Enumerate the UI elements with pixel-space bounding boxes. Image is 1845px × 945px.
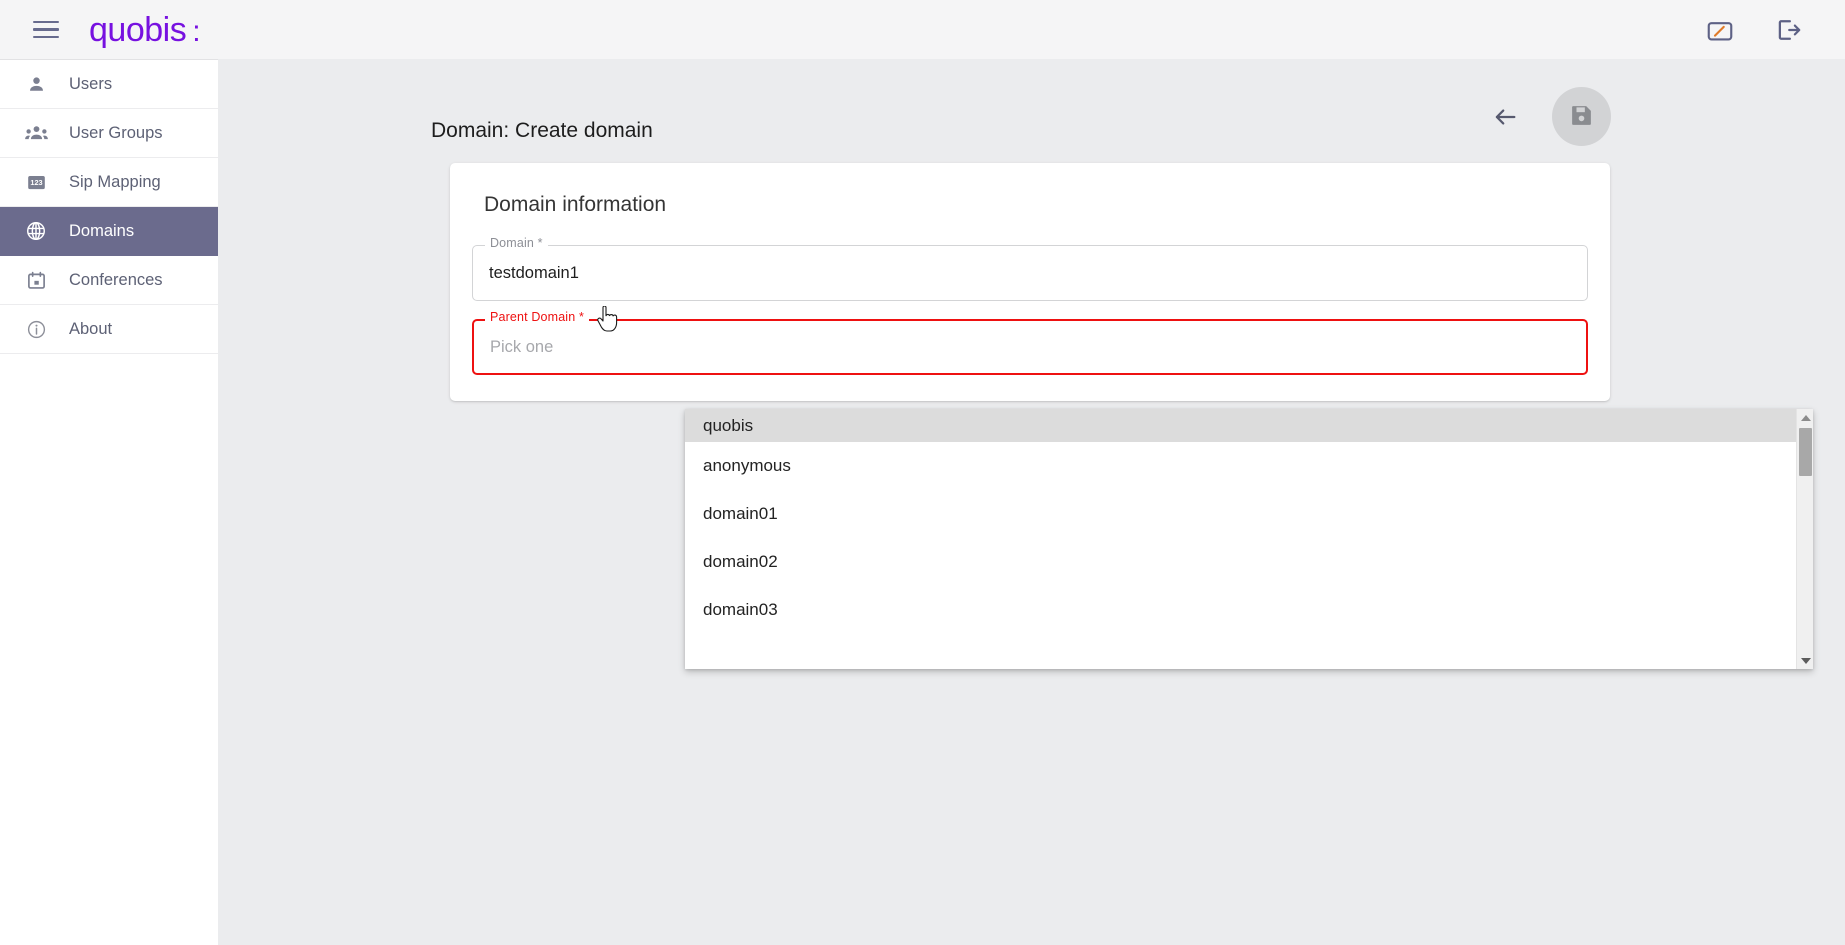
header-actions — [1488, 87, 1611, 146]
arrow-left-icon[interactable] — [1488, 100, 1522, 134]
main-content: Domain: Create domain Domain information… — [218, 59, 1845, 945]
numbers-123-icon: 123 — [24, 170, 48, 194]
parent-domain-select[interactable]: Pick one — [472, 319, 1588, 375]
dropdown-option-label: domain01 — [703, 504, 778, 523]
domain-field: Domain * testdomain1 — [472, 236, 1588, 301]
sidebar-item-conferences[interactable]: Conferences — [0, 256, 218, 305]
sidebar-item-label: User Groups — [69, 123, 163, 142]
top-bar-actions — [1705, 15, 1803, 45]
hamburger-bar — [33, 35, 59, 39]
logout-icon[interactable] — [1773, 15, 1803, 45]
brand-logo[interactable]: quobis : — [89, 10, 201, 49]
domain-field-value: testdomain1 — [489, 263, 579, 282]
dropdown-option-anonymous[interactable]: anonymous — [685, 442, 1796, 490]
scroll-down-arrow-icon[interactable] — [1797, 652, 1814, 669]
floppy-disk-save-icon — [1569, 103, 1594, 131]
sidebar-item-users[interactable]: Users — [0, 60, 218, 109]
calendar-icon — [24, 268, 48, 292]
card-title: Domain information — [484, 193, 667, 216]
top-bar: quobis : — [0, 0, 1845, 59]
domain-information-card: Domain information Domain * testdomain1 … — [450, 163, 1610, 401]
brand-name: quobis — [89, 10, 187, 49]
dropdown-option-quobis[interactable]: quobis — [685, 409, 1796, 442]
sidebar-item-sip-mapping[interactable]: 123 Sip Mapping — [0, 158, 218, 207]
sidebar-item-domains[interactable]: Domains — [0, 207, 218, 256]
scrollbar-thumb[interactable] — [1799, 428, 1812, 476]
dropdown-option-label: domain03 — [703, 600, 778, 619]
dropdown-option-domain01[interactable]: domain01 — [685, 490, 1796, 538]
domain-input[interactable]: testdomain1 — [472, 245, 1588, 301]
person-icon — [24, 72, 48, 96]
dropdown-option-label: anonymous — [703, 456, 791, 475]
save-button[interactable] — [1552, 87, 1611, 146]
sidebar-item-label: Sip Mapping — [69, 172, 161, 191]
app-root: quobis : Users User Groups 123 Sip Mappi… — [0, 0, 1845, 945]
globe-icon — [24, 219, 48, 243]
parent-domain-placeholder: Pick one — [490, 337, 554, 356]
sidebar-item-label: About — [69, 319, 113, 338]
sidebar-item-label: Domains — [69, 221, 135, 240]
domain-field-label: Domain * — [485, 236, 548, 250]
sidebar-item-label: Conferences — [69, 270, 163, 289]
brand-colon: : — [192, 14, 201, 48]
dashboard-speedometer-icon[interactable] — [1705, 15, 1735, 45]
parent-domain-dropdown: quobis anonymous domain01 domain02 domai… — [685, 409, 1813, 669]
svg-text:123: 123 — [30, 178, 42, 187]
dropdown-option-label: domain02 — [703, 552, 778, 571]
dropdown-option-list: quobis anonymous domain01 domain02 domai… — [685, 409, 1796, 669]
dropdown-scrollbar[interactable] — [1796, 409, 1813, 669]
dropdown-option-label: quobis — [703, 415, 754, 435]
scroll-up-arrow-icon[interactable] — [1797, 409, 1814, 426]
dropdown-option-domain02[interactable]: domain02 — [685, 538, 1796, 586]
hamburger-bar — [33, 20, 59, 24]
hamburger-menu-icon[interactable] — [33, 19, 59, 41]
people-group-icon — [24, 121, 48, 145]
page-header: Domain: Create domain — [431, 103, 1845, 159]
sidebar-item-label: Users — [69, 74, 113, 93]
info-circle-icon — [24, 317, 48, 341]
page-title: Domain: Create domain — [431, 119, 653, 142]
parent-domain-field: Parent Domain * Pick one — [472, 310, 1588, 375]
hamburger-bar — [33, 28, 59, 31]
sidebar-item-user-groups[interactable]: User Groups — [0, 109, 218, 158]
sidebar-item-about[interactable]: About — [0, 305, 218, 354]
dropdown-option-domain03[interactable]: domain03 — [685, 586, 1796, 634]
sidebar-nav: Users User Groups 123 Sip Mapping Domain… — [0, 59, 218, 945]
parent-domain-field-label: Parent Domain * — [485, 310, 589, 324]
